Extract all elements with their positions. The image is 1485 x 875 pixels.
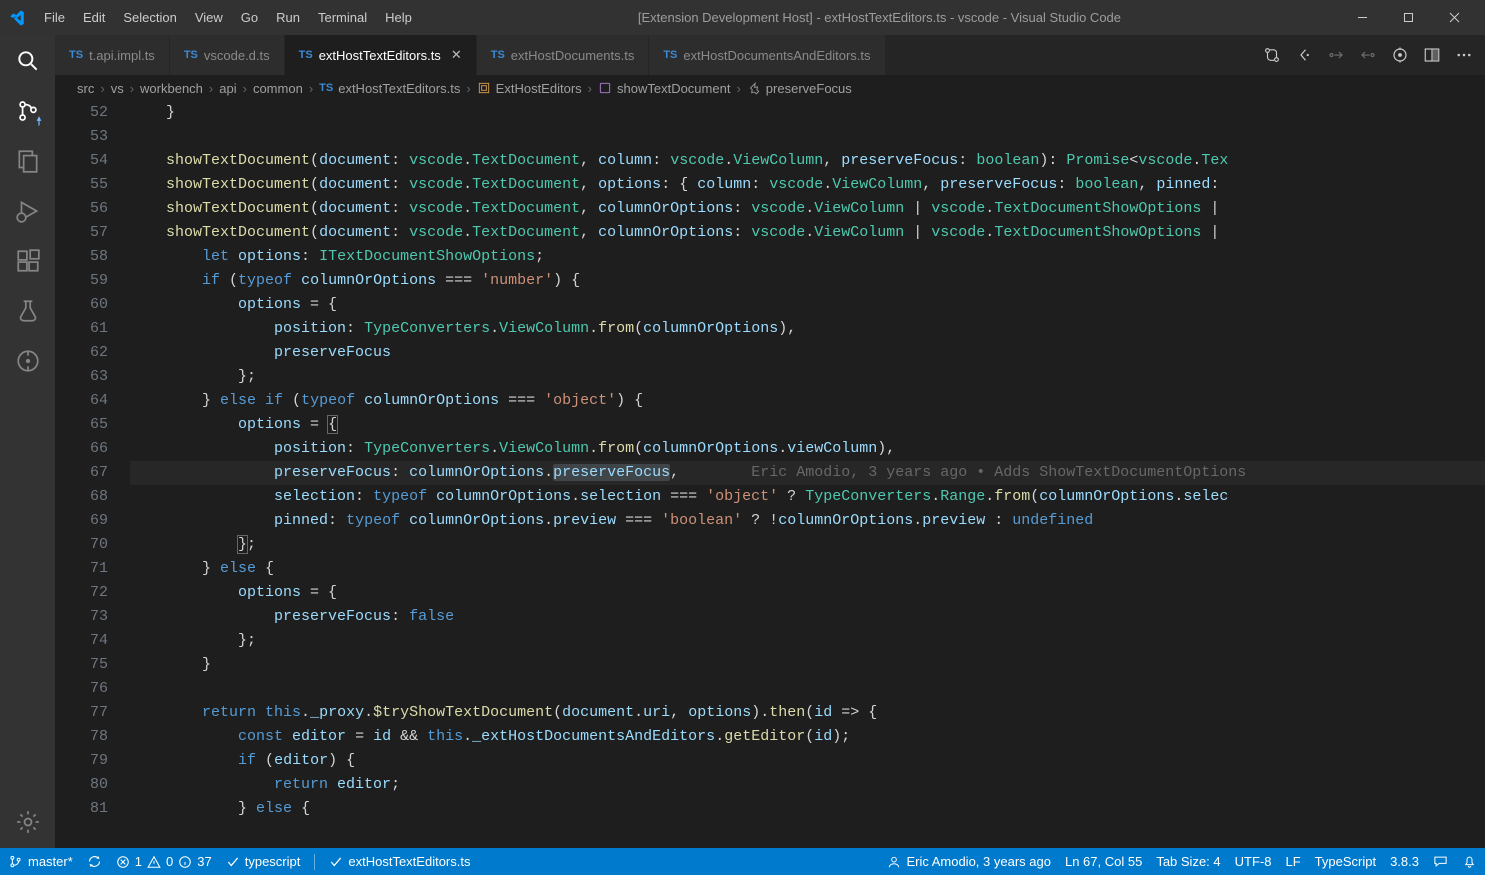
activity-bar — [0, 35, 55, 848]
status-task[interactable]: extHostTextEditors.ts — [329, 854, 470, 869]
ts-file-icon: TS — [663, 49, 677, 61]
ts-file-icon: TS — [69, 49, 83, 61]
menu-edit[interactable]: Edit — [75, 6, 113, 29]
chevron-right-icon: › — [736, 81, 740, 96]
warning-count: 0 — [166, 854, 173, 869]
close-icon[interactable]: ✕ — [451, 47, 462, 63]
tab-vscode-d-ts[interactable]: TS vscode.d.ts — [170, 35, 285, 75]
run-debug-icon[interactable] — [14, 197, 42, 225]
go-back-icon[interactable] — [1295, 46, 1313, 64]
breadcrumb-file[interactable]: TSextHostTextEditors.ts — [319, 81, 460, 96]
menu-help[interactable]: Help — [377, 6, 420, 29]
status-bell-icon[interactable] — [1462, 854, 1477, 869]
status-feedback-icon[interactable] — [1433, 854, 1448, 869]
breadcrumb-segment[interactable]: vs — [111, 81, 124, 96]
ts-file-icon: TS — [299, 49, 313, 61]
settings-gear-icon[interactable] — [14, 808, 42, 836]
ts-file-icon: TS — [491, 49, 505, 61]
breadcrumb-symbol[interactable]: preserveFocus — [747, 81, 852, 96]
breadcrumb-segment[interactable]: src — [77, 81, 94, 96]
extensions-icon[interactable] — [14, 247, 42, 275]
menu-run[interactable]: Run — [268, 6, 308, 29]
close-button[interactable] — [1431, 0, 1477, 35]
status-cursor[interactable]: Ln 67, Col 55 — [1065, 854, 1142, 869]
tab-label: extHostTextEditors.ts — [319, 48, 441, 63]
window-title: [Extension Development Host] - extHostTe… — [420, 10, 1339, 25]
tab-extHostDocuments-ts[interactable]: TS extHostDocuments.ts — [477, 35, 650, 75]
tab-extHostDocumentsAndEditors-ts[interactable]: TS extHostDocumentsAndEditors.ts — [649, 35, 885, 75]
chevron-right-icon: › — [209, 81, 213, 96]
more-actions-icon[interactable] — [1455, 46, 1473, 64]
breadcrumb-segment[interactable]: common — [253, 81, 303, 96]
task-name: extHostTextEditors.ts — [348, 854, 470, 869]
info-count: 37 — [197, 854, 211, 869]
tab-label: extHostDocumentsAndEditors.ts — [683, 48, 870, 63]
chevron-right-icon: › — [309, 81, 313, 96]
status-eol[interactable]: LF — [1285, 854, 1300, 869]
window-controls — [1339, 0, 1477, 35]
code-editor[interactable]: 5253545556575859606162636465666768697071… — [55, 101, 1485, 848]
explorer-icon[interactable] — [14, 147, 42, 175]
chevron-right-icon: › — [588, 81, 592, 96]
tab-t-api-impl-ts[interactable]: TS t.api.impl.ts — [55, 35, 170, 75]
status-encoding[interactable]: UTF-8 — [1235, 854, 1272, 869]
split-editor-icon[interactable] — [1423, 46, 1441, 64]
status-tabsize[interactable]: Tab Size: 4 — [1156, 854, 1220, 869]
ts-file-icon: TS — [319, 82, 333, 94]
menu-bar: FileEditSelectionViewGoRunTerminalHelp — [36, 6, 420, 29]
status-lang-server[interactable]: typescript — [226, 854, 301, 869]
go-prev-icon[interactable] — [1327, 46, 1345, 64]
chevron-right-icon: › — [466, 81, 470, 96]
chevron-right-icon: › — [130, 81, 134, 96]
editor-area: TSt.api.impl.tsTSvscode.d.tsTSextHostTex… — [55, 35, 1485, 848]
status-version[interactable]: 3.8.3 — [1390, 854, 1419, 869]
ts-file-icon: TS — [184, 49, 198, 61]
code-content[interactable]: } showTextDocument(document: vscode.Text… — [130, 101, 1485, 848]
titlebar: FileEditSelectionViewGoRunTerminalHelp [… — [0, 0, 1485, 35]
status-problems[interactable]: 1 0 37 — [116, 854, 212, 869]
chevron-right-icon: › — [100, 81, 104, 96]
menu-file[interactable]: File — [36, 6, 73, 29]
tab-label: vscode.d.ts — [204, 48, 270, 63]
lang-server-name: typescript — [245, 854, 301, 869]
status-sync[interactable] — [87, 854, 102, 869]
go-next-icon[interactable] — [1359, 46, 1377, 64]
status-separator — [314, 854, 315, 870]
breadcrumb-symbol[interactable]: ExtHostEditors — [477, 81, 582, 96]
blame-text: Eric Amodio, 3 years ago — [906, 854, 1051, 869]
source-control-icon[interactable] — [14, 97, 42, 125]
menu-go[interactable]: Go — [233, 6, 266, 29]
breadcrumb-segment[interactable]: api — [219, 81, 236, 96]
breadcrumbs[interactable]: src › vs › workbench › api › common › TSextHostTex… — [55, 75, 1485, 101]
menu-terminal[interactable]: Terminal — [310, 6, 375, 29]
line-number-gutter: 5253545556575859606162636465666768697071… — [55, 101, 130, 848]
maximize-button[interactable] — [1385, 0, 1431, 35]
editor-actions — [1251, 35, 1485, 75]
toggle-annotations-icon[interactable] — [1391, 46, 1409, 64]
menu-selection[interactable]: Selection — [115, 6, 184, 29]
tab-label: extHostDocuments.ts — [511, 48, 635, 63]
error-count: 1 — [135, 854, 142, 869]
tab-extHostTextEditors-ts[interactable]: TS extHostTextEditors.ts ✕ — [285, 35, 477, 75]
status-blame[interactable]: Eric Amodio, 3 years ago — [887, 854, 1051, 869]
gitlens-icon[interactable] — [14, 347, 42, 375]
chevron-right-icon: › — [243, 81, 247, 96]
breadcrumb-segment[interactable]: workbench — [140, 81, 203, 96]
status-language[interactable]: TypeScript — [1315, 854, 1376, 869]
branch-name: master* — [28, 854, 73, 869]
status-branch[interactable]: master* — [8, 854, 73, 869]
testing-icon[interactable] — [14, 297, 42, 325]
breadcrumb-symbol[interactable]: showTextDocument — [598, 81, 730, 96]
compare-changes-icon[interactable] — [1263, 46, 1281, 64]
menu-view[interactable]: View — [187, 6, 231, 29]
minimize-button[interactable] — [1339, 0, 1385, 35]
tabs-bar: TS t.api.impl.ts TS vscode.d.ts TS extHostTex… — [55, 35, 1485, 75]
tab-label: t.api.impl.ts — [89, 48, 155, 63]
vscode-logo-icon — [8, 9, 26, 27]
search-icon[interactable] — [14, 47, 42, 75]
gitlens-annotation: Eric Amodio, 3 years ago • Adds ShowText… — [751, 464, 1246, 481]
status-bar: master* 1 0 37 typescript extHostTextEdi… — [0, 848, 1485, 875]
